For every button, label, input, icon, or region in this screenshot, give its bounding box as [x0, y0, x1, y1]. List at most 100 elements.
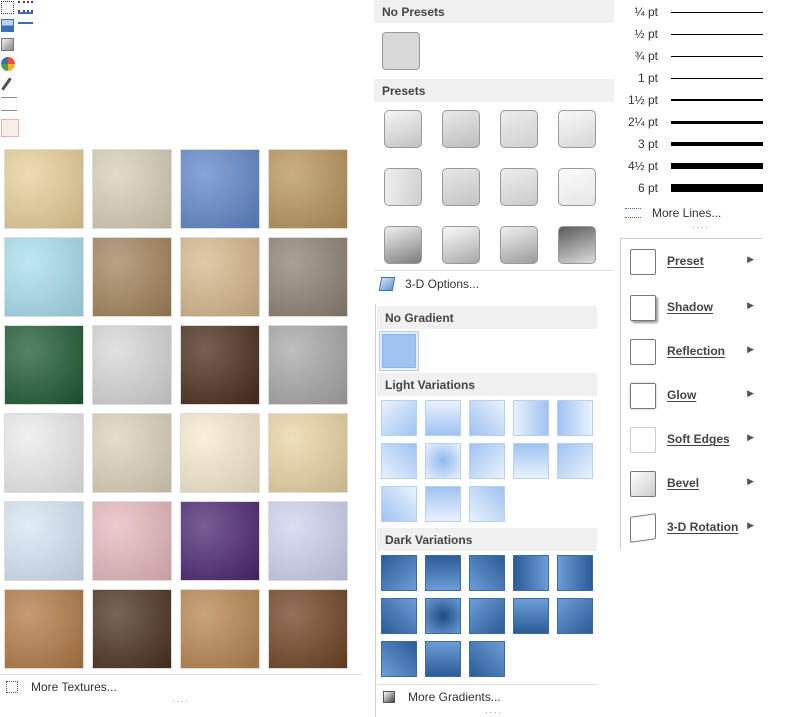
more-gradients-link[interactable]: More Gradients...: [408, 690, 501, 704]
bevel-preset[interactable]: [384, 168, 422, 206]
dark-gradient-swatch[interactable]: [557, 598, 593, 634]
texture-swatch[interactable]: [268, 325, 348, 405]
effect-menu-item[interactable]: Reflection ▶: [626, 333, 760, 369]
texture-swatch[interactable]: [268, 589, 348, 669]
dark-gradient-swatch[interactable]: [469, 598, 505, 634]
bevel-preset[interactable]: [384, 110, 422, 148]
bevel-preset[interactable]: [500, 226, 538, 264]
light-gradient-swatch[interactable]: [381, 486, 417, 522]
no-gradient-swatch[interactable]: [379, 331, 419, 371]
dark-gradient-swatch[interactable]: [381, 598, 417, 634]
line-weight-label[interactable]: ½ pt: [624, 27, 658, 41]
line-weight-label[interactable]: 1 pt: [624, 71, 658, 85]
dark-gradient-swatch[interactable]: [425, 641, 461, 677]
dark-gradient-swatch[interactable]: [469, 555, 505, 591]
line-weight-sample[interactable]: [671, 99, 763, 101]
line-weight-sample[interactable]: [671, 12, 763, 13]
color-wheel-icon[interactable]: [1, 57, 15, 71]
dark-gradient-swatch[interactable]: [425, 555, 461, 591]
dark-gradient-swatch[interactable]: [381, 641, 417, 677]
bevel-preset[interactable]: [558, 168, 596, 206]
dark-gradient-swatch[interactable]: [513, 598, 549, 634]
bevel-preset[interactable]: [500, 110, 538, 148]
texture-swatch[interactable]: [92, 325, 172, 405]
texture-swatch[interactable]: [92, 149, 172, 229]
bevel-preset[interactable]: [500, 168, 538, 206]
line-weight-sample[interactable]: [671, 56, 763, 57]
line-weight-sample[interactable]: [671, 163, 763, 169]
line-weight-sample[interactable]: [671, 34, 763, 35]
line-weight-label[interactable]: 2¼ pt: [624, 115, 658, 129]
line-weight-label[interactable]: 3 pt: [624, 137, 658, 151]
swatch-icon[interactable]: [1, 119, 19, 137]
texture-swatch[interactable]: [4, 237, 84, 317]
line-weight-label[interactable]: ¼ pt: [624, 5, 658, 19]
texture-swatch[interactable]: [4, 589, 84, 669]
dark-gradient-swatch[interactable]: [513, 555, 549, 591]
line-weight-sample[interactable]: [671, 142, 763, 146]
effect-menu-item[interactable]: Preset ▶: [626, 243, 760, 279]
bevel-preset[interactable]: [384, 226, 422, 264]
eyedropper-icon[interactable]: [1, 77, 12, 91]
texture-swatch[interactable]: [268, 237, 348, 317]
dark-gradient-swatch[interactable]: [381, 555, 417, 591]
texture-swatch[interactable]: [268, 501, 348, 581]
light-gradient-swatch[interactable]: [425, 400, 461, 436]
effect-menu-item[interactable]: Glow ▶: [626, 377, 760, 413]
dashes-icon[interactable]: [1, 1, 14, 14]
bevel-preset[interactable]: [442, 168, 480, 206]
line-weight-label[interactable]: 4½ pt: [624, 159, 658, 173]
line-weight-label[interactable]: 1½ pt: [624, 93, 658, 107]
texture-swatch[interactable]: [92, 413, 172, 493]
texture-swatch[interactable]: [4, 325, 84, 405]
texture-swatch[interactable]: [180, 413, 260, 493]
light-gradient-swatch[interactable]: [425, 486, 461, 522]
texture-swatch[interactable]: [4, 413, 84, 493]
arrows-icon[interactable]: [1, 97, 17, 111]
light-gradient-swatch[interactable]: [469, 486, 505, 522]
bevel-preset[interactable]: [442, 110, 480, 148]
effect-menu-item[interactable]: Soft Edges ▶: [626, 421, 760, 457]
bevel-preset[interactable]: [558, 226, 596, 264]
line-weight-sample[interactable]: [671, 184, 763, 192]
line-weight-sample[interactable]: [671, 78, 763, 79]
light-gradient-swatch[interactable]: [425, 443, 461, 479]
texture-swatch[interactable]: [92, 589, 172, 669]
texture-swatch[interactable]: [180, 501, 260, 581]
texture-swatch[interactable]: [92, 501, 172, 581]
texture-swatch[interactable]: [268, 149, 348, 229]
texture-swatch[interactable]: [4, 501, 84, 581]
dark-gradient-swatch[interactable]: [557, 555, 593, 591]
bevel-no-preset[interactable]: [382, 32, 420, 70]
texture-swatch[interactable]: [268, 413, 348, 493]
texture-swatch[interactable]: [180, 589, 260, 669]
line-weight-label[interactable]: ¾ pt: [624, 49, 658, 63]
light-gradient-swatch[interactable]: [469, 443, 505, 479]
effect-menu-item[interactable]: Bevel ▶: [626, 465, 760, 501]
line-weight-sample[interactable]: [671, 121, 763, 124]
picture-icon[interactable]: [1, 19, 14, 32]
lines-icon[interactable]: [18, 12, 33, 24]
3d-options-link[interactable]: 3-D Options...: [405, 277, 479, 291]
light-gradient-swatch[interactable]: [381, 443, 417, 479]
texture-swatch[interactable]: [180, 237, 260, 317]
dash-style-icon[interactable]: [18, 1, 33, 12]
texture-swatch[interactable]: [4, 149, 84, 229]
texture-swatch[interactable]: [180, 325, 260, 405]
light-gradient-swatch[interactable]: [557, 400, 593, 436]
more-textures-link[interactable]: More Textures...: [31, 680, 117, 694]
light-gradient-swatch[interactable]: [381, 400, 417, 436]
light-gradient-swatch[interactable]: [557, 443, 593, 479]
effect-menu-item[interactable]: Shadow ▶: [626, 289, 760, 325]
texture-swatch[interactable]: [92, 237, 172, 317]
gradients-resize-grip[interactable]: ....: [485, 705, 503, 715]
more-lines-link[interactable]: More Lines...: [652, 206, 721, 220]
dark-gradient-swatch[interactable]: [469, 641, 505, 677]
texture-swatch[interactable]: [180, 149, 260, 229]
dark-gradient-swatch[interactable]: [425, 598, 461, 634]
light-gradient-swatch[interactable]: [469, 400, 505, 436]
light-gradient-swatch[interactable]: [513, 443, 549, 479]
fill-icon[interactable]: [1, 38, 14, 51]
effect-menu-item[interactable]: 3-D Rotation ▶: [626, 509, 760, 545]
lines-resize-grip[interactable]: ....: [692, 220, 710, 230]
